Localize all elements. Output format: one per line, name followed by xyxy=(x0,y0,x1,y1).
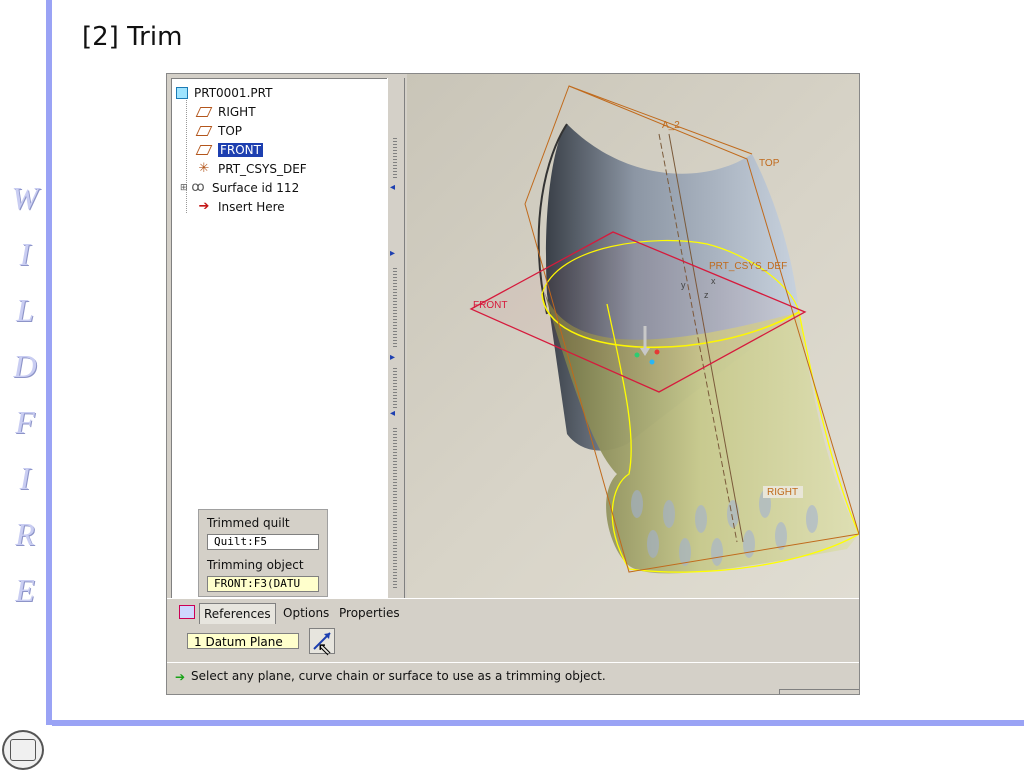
side-letter: I xyxy=(19,460,31,496)
splitter-grip xyxy=(393,368,397,408)
expand-right-icon[interactable]: ▸ xyxy=(390,352,395,363)
front-plane-label: FRONT xyxy=(473,300,507,311)
tree-item-label: RIGHT xyxy=(218,105,256,119)
trimming-object-field[interactable]: FRONT:F3(DATU xyxy=(207,576,319,592)
dashboard-controls: 1 Datum Plane ⇖ xyxy=(167,625,859,659)
status-divider xyxy=(779,689,859,694)
tree-item-label: FRONT xyxy=(218,143,263,157)
trimmed-quilt-label: Trimmed quilt xyxy=(207,516,290,530)
tree-item-label: PRT0001.PRT xyxy=(194,86,273,100)
surface-icon: ꝏ xyxy=(191,180,205,195)
datum-plane-icon xyxy=(196,143,212,157)
prompt-arrow-icon: ➔ xyxy=(175,670,186,684)
tab-properties[interactable]: Properties xyxy=(335,603,404,623)
university-seal-icon xyxy=(2,730,44,770)
side-letter: F xyxy=(15,404,35,440)
tree-item-label: Insert Here xyxy=(218,200,285,214)
expand-right-icon[interactable]: ▸ xyxy=(390,248,395,259)
datum-plane-icon xyxy=(196,124,212,138)
message-area: ➔ Select any plane, curve chain or surfa… xyxy=(167,662,859,694)
datum-plane-icon xyxy=(196,105,212,119)
tree-item-insert-here[interactable]: ➔ Insert Here xyxy=(196,198,285,216)
panel-splitter[interactable]: ◂ ▸ ▸ ◂ xyxy=(387,78,405,598)
tab-references[interactable]: References xyxy=(199,603,276,624)
csys-y-label: y xyxy=(681,280,686,290)
splitter-grip xyxy=(393,268,397,348)
tree-item-surface[interactable]: ⊞ ꝏ Surface id 112 xyxy=(180,179,299,197)
csys-z-label: z xyxy=(704,290,709,300)
tree-item-label: TOP xyxy=(218,124,243,138)
references-popup: Trimmed quilt Quilt:F5 Trimming object F… xyxy=(198,509,328,597)
splitter-grip xyxy=(393,428,397,588)
footer-divider xyxy=(52,720,1024,726)
model-svg: A_2 TOP PRT_CSYS_DEF y x z FRONT RIGHT xyxy=(469,85,859,574)
csys-icon: ✳ xyxy=(198,161,210,176)
collapse-left-icon[interactable]: ◂ xyxy=(390,182,395,193)
slide-title: [2] Trim xyxy=(82,22,183,52)
tree-item-csys[interactable]: ✳ PRT_CSYS_DEF xyxy=(196,160,307,178)
side-letter: D xyxy=(13,348,37,384)
tree-item-right[interactable]: RIGHT xyxy=(196,103,256,121)
tree-item-part[interactable]: PRT0001.PRT xyxy=(176,84,272,102)
side-letter: L xyxy=(16,292,34,328)
status-message: Select any plane, curve chain or surface… xyxy=(191,669,606,683)
tree-item-label: PRT_CSYS_DEF xyxy=(218,162,307,176)
side-letter: E xyxy=(15,572,35,608)
graphics-viewport[interactable]: A_2 TOP PRT_CSYS_DEF y x z FRONT RIGHT xyxy=(407,74,859,598)
top-plane-label: TOP xyxy=(759,158,780,169)
sidebar-divider xyxy=(46,0,52,725)
side-letter: W xyxy=(11,180,39,216)
tree-item-label: Surface id 112 xyxy=(212,181,300,195)
mouse-pointer-icon: ⇖ xyxy=(317,639,333,659)
axis-a2-label: A_2 xyxy=(662,120,680,131)
tab-options[interactable]: Options xyxy=(279,603,333,623)
csys-label: PRT_CSYS_DEF xyxy=(709,261,787,272)
wildfire-vertical-title: W I L D F I R E xyxy=(10,170,40,618)
references-tab-icon xyxy=(179,605,195,619)
trimming-reference-collector[interactable]: 1 Datum Plane xyxy=(187,633,299,649)
dashboard-tabs: References Options Properties xyxy=(167,598,859,626)
proe-window: PRT0001.PRT RIGHT TOP FRONT ✳ PRT_CSYS_D… xyxy=(166,73,860,695)
tree-item-top[interactable]: TOP xyxy=(196,122,242,140)
trimming-object-label: Trimming object xyxy=(207,558,304,572)
right-plane-label: RIGHT xyxy=(767,487,798,498)
part-icon xyxy=(176,87,188,99)
csys-x-label: x xyxy=(711,276,716,286)
collapse-left-icon[interactable]: ◂ xyxy=(390,408,395,419)
side-letter: I xyxy=(19,236,31,272)
side-letter: R xyxy=(15,516,35,552)
tree-item-front[interactable]: FRONT xyxy=(196,141,263,159)
trimmed-quilt-field[interactable]: Quilt:F5 xyxy=(207,534,319,550)
insert-arrow-icon: ➔ xyxy=(198,199,210,214)
splitter-grip xyxy=(393,138,397,178)
expand-plus-icon[interactable]: ⊞ xyxy=(180,183,190,193)
